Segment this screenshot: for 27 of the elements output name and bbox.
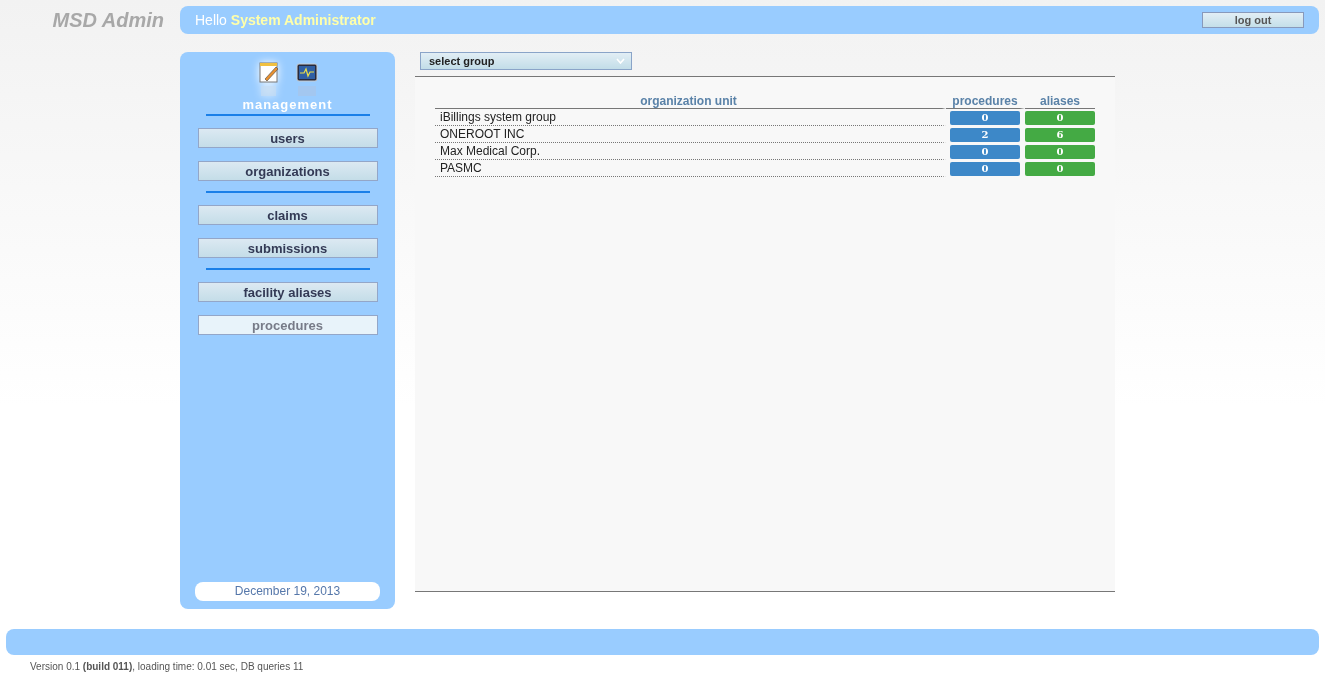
date-label: December 19, 2013 — [195, 582, 380, 601]
table-cell: iBillings system group — [435, 109, 946, 126]
section-title: management — [242, 97, 333, 112]
column-header: aliases — [1025, 93, 1095, 109]
nav-button[interactable]: organizations — [197, 161, 378, 181]
count-badge: 0 — [1025, 111, 1095, 125]
table-cell: ONEROOT INC — [435, 126, 946, 143]
count-badge: 0 — [1025, 145, 1095, 159]
nav-button[interactable]: claims — [197, 205, 378, 225]
column-header: organization unit — [435, 93, 946, 109]
logo-text: MSD Admin — [51, 8, 165, 32]
group-select[interactable]: select group — [420, 52, 632, 70]
table-cell: PASMC — [435, 160, 946, 177]
count-badge: 6 — [1025, 128, 1095, 142]
nav-button[interactable]: users — [197, 128, 378, 148]
nav-button[interactable]: submissions — [197, 238, 378, 258]
version-text: Version 0.1 (build 011), loading time: 0.01 sec, DB queries 11 — [30, 661, 305, 672]
count-badge: 0 — [950, 111, 1020, 125]
count-badge: 0 — [1025, 162, 1095, 176]
nav-button[interactable]: procedures — [197, 315, 378, 335]
table-cell: Max Medical Corp. — [435, 143, 946, 160]
greeting-text: Hello System Administrator — [195, 12, 376, 28]
nav-button[interactable]: facility aliases — [197, 282, 378, 302]
logout-button[interactable]: log out — [1202, 12, 1304, 28]
count-badge: 2 — [950, 128, 1020, 142]
count-badge: 0 — [950, 162, 1020, 176]
count-badge: 0 — [950, 145, 1020, 159]
